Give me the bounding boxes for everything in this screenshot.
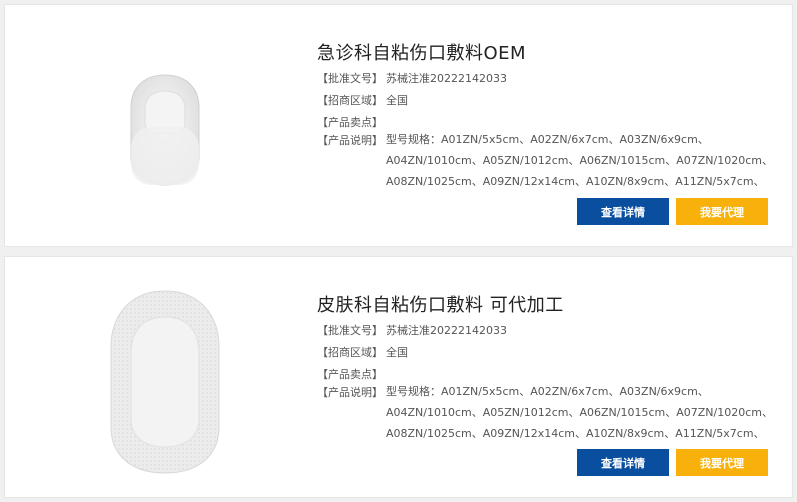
selling-row: 【产品卖点】 bbox=[317, 116, 383, 130]
region-label: 【招商区域】 bbox=[317, 94, 383, 107]
become-agent-button[interactable]: 我要代理 bbox=[676, 449, 768, 476]
approval-label: 【批准文号】 bbox=[317, 324, 383, 337]
dressing-image bbox=[130, 74, 200, 186]
selling-row: 【产品卖点】 bbox=[317, 368, 383, 382]
approval-value: 苏械注准20222142033 bbox=[386, 72, 507, 85]
product-image[interactable] bbox=[5, 5, 305, 246]
product-card: 急诊科自粘伤口敷料OEM 【批准文号】 苏械注准20222142033 【招商区… bbox=[4, 4, 793, 247]
desc-value: 型号规格：A01ZN/5x5cm、A02ZN/6x7cm、A03ZN/6x9cm… bbox=[386, 133, 773, 188]
approval-row: 【批准文号】 苏械注准20222142033 bbox=[317, 324, 507, 338]
approval-row: 【批准文号】 苏械注准20222142033 bbox=[317, 72, 507, 86]
region-row: 【招商区域】 全国 bbox=[317, 94, 408, 108]
desc-label: 【产品说明】 bbox=[317, 386, 383, 399]
product-title[interactable]: 急诊科自粘伤口敷料OEM bbox=[317, 39, 526, 65]
region-row: 【招商区域】 全国 bbox=[317, 346, 408, 360]
view-details-button[interactable]: 查看详情 bbox=[577, 449, 669, 476]
desc-row: 【产品说明】 bbox=[317, 386, 383, 400]
desc-label: 【产品说明】 bbox=[317, 134, 383, 147]
approval-label: 【批准文号】 bbox=[317, 72, 383, 85]
become-agent-button[interactable]: 我要代理 bbox=[676, 198, 768, 225]
region-label: 【招商区域】 bbox=[317, 346, 383, 359]
dressing-image bbox=[110, 290, 220, 474]
product-card: 皮肤科自粘伤口敷料 可代加工 【批准文号】 苏械注准20222142033 【招… bbox=[4, 256, 793, 498]
selling-label: 【产品卖点】 bbox=[317, 116, 383, 129]
desc-row: 【产品说明】 bbox=[317, 134, 383, 148]
product-title[interactable]: 皮肤科自粘伤口敷料 可代加工 bbox=[317, 291, 564, 317]
view-details-button[interactable]: 查看详情 bbox=[577, 198, 669, 225]
region-value: 全国 bbox=[386, 346, 408, 359]
region-value: 全国 bbox=[386, 94, 408, 107]
product-image[interactable] bbox=[5, 257, 305, 497]
desc-value: 型号规格：A01ZN/5x5cm、A02ZN/6x7cm、A03ZN/6x9cm… bbox=[386, 385, 773, 440]
approval-value: 苏械注准20222142033 bbox=[386, 324, 507, 337]
selling-label: 【产品卖点】 bbox=[317, 368, 383, 381]
